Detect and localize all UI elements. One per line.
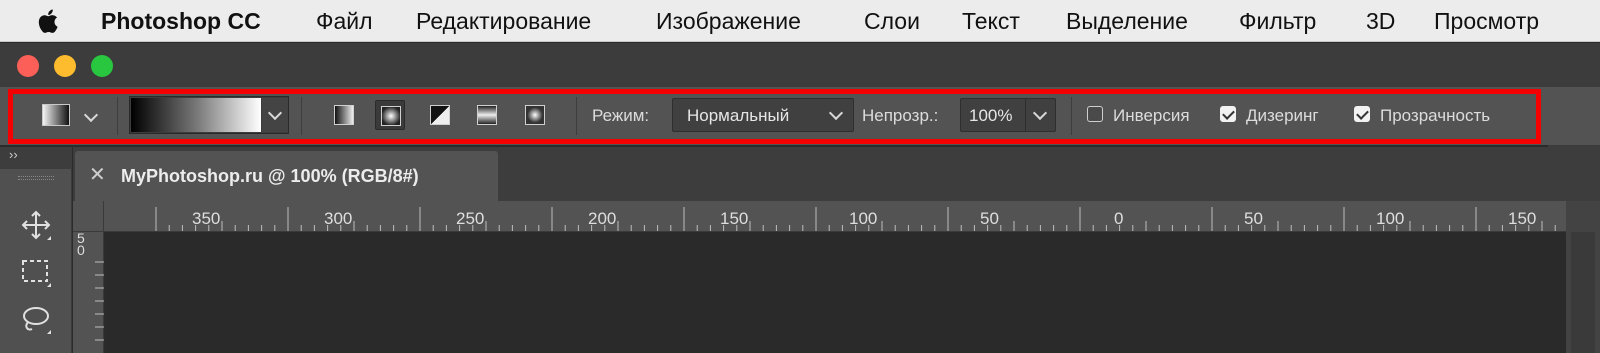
horizontal-ruler[interactable]: 350 300 250 200 150 100 50 0 50 100 150 — [104, 201, 1566, 232]
ruler-origin[interactable] — [73, 201, 104, 232]
ruler-label: 150 — [720, 209, 749, 228]
ruler-label: 300 — [324, 209, 353, 228]
menu-select[interactable]: Выделение — [1066, 8, 1188, 35]
document-tab[interactable]: ✕ MyPhotoshop.ru @ 100% (RGB/8#) — [75, 151, 498, 201]
menu-filter[interactable]: Фильтр — [1239, 8, 1316, 35]
menu-image[interactable]: Изображение — [656, 8, 801, 35]
document-title[interactable]: MyPhotoshop.ru @ 100% (RGB/8#) — [121, 166, 419, 187]
ruler-label: 50 — [980, 209, 999, 228]
menu-app-name[interactable]: Photoshop CC — [101, 8, 261, 35]
menu-layers[interactable]: Слои — [864, 8, 920, 35]
minimize-window-button[interactable] — [54, 55, 76, 77]
menu-file[interactable]: Файл — [316, 8, 373, 35]
lasso-tool-icon[interactable] — [18, 301, 54, 337]
move-tool-icon[interactable] — [18, 207, 54, 243]
ruler-label: 200 — [588, 209, 617, 228]
menu-type[interactable]: Текст — [962, 8, 1020, 35]
panel-grip[interactable] — [18, 176, 54, 180]
menu-view[interactable]: Просмотр — [1434, 8, 1539, 35]
collapse-panel-icon[interactable]: ›› — [9, 147, 18, 162]
close-window-button[interactable] — [17, 55, 39, 77]
apple-logo-icon[interactable] — [36, 7, 62, 35]
ruler-label: 100 — [849, 209, 878, 228]
close-icon[interactable]: ✕ — [89, 162, 106, 187]
ruler-label: 100 — [1376, 209, 1405, 228]
vertical-ruler[interactable]: 5 0 — [73, 230, 104, 353]
macos-menu-bar: Photoshop CC Файл Редактирование Изображ… — [0, 0, 1600, 42]
ruler-label: 350 — [192, 209, 221, 228]
window-title-bar — [0, 43, 1600, 87]
ruler-label: 50 — [1244, 209, 1263, 228]
ruler-ticks — [95, 261, 104, 341]
document-canvas[interactable] — [105, 233, 1566, 353]
ruler-label: 0 — [1114, 209, 1124, 228]
ruler-label: 150 — [1508, 209, 1537, 228]
menu-3d[interactable]: 3D — [1366, 8, 1395, 35]
marquee-tool-icon[interactable] — [18, 254, 54, 290]
menu-edit[interactable]: Редактирование — [416, 8, 591, 35]
highlight-frame — [8, 89, 1541, 144]
scrollbar-thumb[interactable] — [1571, 232, 1595, 353]
zoom-window-button[interactable] — [91, 55, 113, 77]
ruler-label: 250 — [456, 209, 485, 228]
